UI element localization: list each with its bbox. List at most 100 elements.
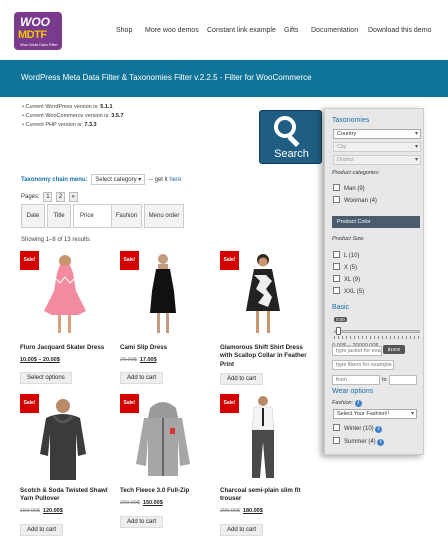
chain-note: -- get it <box>148 177 168 183</box>
slider-max-tooltip: $1000 <box>383 345 405 354</box>
page-link[interactable]: 2 <box>56 192 66 202</box>
libero-search-input[interactable]: type libero for example <box>332 360 394 370</box>
pagination: Pages: 1 2 » <box>21 192 78 202</box>
nav-download-demo[interactable]: Download this demo <box>368 27 431 34</box>
nav-shop[interactable]: Shop <box>116 27 132 34</box>
product-color-section[interactable]: Product Color <box>332 216 420 228</box>
checkbox-label: Man (9) <box>344 186 365 192</box>
select-options-button[interactable]: Select options <box>20 372 72 384</box>
fashion-select[interactable]: Select Your Fashion!! <box>333 409 417 419</box>
category-checkbox-wooman[interactable]: Wooman (4) <box>333 196 377 204</box>
product-name[interactable]: Cami Slip Dress <box>120 344 212 352</box>
product-name[interactable]: Tech Fleece 3.0 Full-Zip <box>120 487 212 495</box>
product-price-value: 120.00$ <box>42 508 63 514</box>
product-price: 10.00$ – 20.00$ <box>20 357 60 363</box>
sale-badge: Sale! <box>220 394 239 413</box>
checkbox[interactable] <box>333 196 340 203</box>
checkbox-label: Winter (10) <box>344 426 374 432</box>
result-count: Showing 1–8 of 13 results <box>21 237 91 243</box>
version-label: Current PHP version is: <box>25 122 85 128</box>
checkbox[interactable] <box>333 287 340 294</box>
from-input[interactable]: from <box>332 375 380 385</box>
add-to-cart-button[interactable]: Add to cart <box>120 516 164 528</box>
size-checkbox-xxl[interactable]: XXL (5) <box>333 287 364 295</box>
sort-date[interactable]: Date <box>21 204 45 228</box>
slider-track[interactable] <box>334 330 420 333</box>
add-to-cart-button[interactable]: Add to cart <box>20 524 64 536</box>
to-label: to <box>382 377 387 383</box>
site-logo[interactable]: WOO MDTF Woo Meta Data Filter <box>14 12 62 50</box>
filter-sidebar: Taxonomies Country City District Product… <box>324 108 424 455</box>
category-select[interactable]: Select category ▾ <box>91 174 146 185</box>
magnifier-icon <box>274 116 296 138</box>
product-old-price: 150.00$ <box>20 508 40 514</box>
size-checkbox-x[interactable]: X (5) <box>333 263 357 271</box>
price-range-slider[interactable]: 0.00 <box>334 317 420 339</box>
version-line: • Current WooCommerce version is: 3.5.7 <box>22 113 124 119</box>
category-checkbox-man[interactable]: Man (9) <box>333 184 365 192</box>
checkbox-label: X (5) <box>344 265 358 271</box>
search-button[interactable]: Search <box>259 110 322 164</box>
version-value: 5.1.1 <box>100 104 113 110</box>
product-price-value: 17.00$ <box>139 357 157 363</box>
size-checkbox-l[interactable]: L (10) <box>333 251 359 259</box>
site-header: WOO MDTF Woo Meta Data Filter Shop More … <box>0 0 448 60</box>
version-value: 7.3.3 <box>84 122 97 128</box>
checkbox[interactable] <box>333 184 340 191</box>
product-name[interactable]: Glamorous Shift Shirt Dress with Scallop… <box>220 344 312 369</box>
add-to-cart-button[interactable]: Add to cart <box>220 524 264 536</box>
wear-checkbox-winter[interactable]: Winter (10) i <box>333 424 383 433</box>
sale-badge: Sale! <box>120 394 139 413</box>
page-next[interactable]: » <box>68 192 78 202</box>
checkbox[interactable] <box>333 437 340 444</box>
country-select[interactable]: Country <box>333 129 421 139</box>
jacket-search-input[interactable]: type jacket for example <box>332 346 382 356</box>
wear-checkbox-summer[interactable]: Summer (4) i <box>333 437 385 446</box>
info-icon[interactable]: i <box>375 426 383 433</box>
checkbox[interactable] <box>333 275 340 282</box>
nav-gifts[interactable]: Gifts <box>284 27 298 34</box>
product-size-label: Product Size: <box>332 236 365 242</box>
taxonomies-title: Taxonomies <box>332 117 370 124</box>
sort-fashion[interactable]: Fashion <box>111 204 142 228</box>
version-label: Current WooCommerce version is: <box>25 113 112 119</box>
search-button-label: Search <box>274 148 309 160</box>
size-checkbox-xl[interactable]: XL (9) <box>333 275 360 283</box>
add-to-cart-button[interactable]: Add to cart <box>120 372 164 384</box>
sort-menu-order[interactable]: Menu order <box>144 204 184 228</box>
slider-handle[interactable] <box>336 327 341 335</box>
checkbox-label: XXL (5) <box>344 289 365 295</box>
checkbox-label: Summer (4) <box>344 439 376 445</box>
checkbox[interactable] <box>333 251 340 258</box>
sort-title[interactable]: Title <box>47 204 71 228</box>
city-select[interactable]: City <box>333 142 421 152</box>
info-icon[interactable]: i <box>354 400 362 407</box>
magnifier-handle <box>287 134 300 148</box>
logo-text-sub: Woo Meta Data Filter <box>20 42 58 47</box>
nav-documentation[interactable]: Documentation <box>311 27 358 34</box>
district-select[interactable]: District <box>333 155 421 165</box>
version-line: • Current WordPress version is: 5.1.1 <box>22 104 113 110</box>
checkbox[interactable] <box>333 263 340 270</box>
basic-title: Basic <box>332 304 350 311</box>
checkbox[interactable] <box>333 424 340 431</box>
info-icon[interactable]: i <box>377 439 385 446</box>
version-label: Current WordPress version is: <box>25 104 101 110</box>
nav-constant-link[interactable]: Constant link example <box>207 27 276 34</box>
to-input[interactable] <box>389 375 417 385</box>
product-price: 200.00$ 150.00$ <box>120 500 163 506</box>
product-name[interactable]: Charcoal semi-plain slim fit trouser <box>220 487 312 504</box>
slider-ticks <box>334 336 420 339</box>
fashion-label-text: Fashion: <box>332 400 354 406</box>
slider-min-label: 0.00 <box>334 317 347 322</box>
chain-link[interactable]: here <box>169 177 181 183</box>
add-to-cart-button[interactable]: Add to cart <box>220 373 264 385</box>
version-value: 3.5.7 <box>111 113 124 119</box>
sale-badge: Sale! <box>20 394 39 413</box>
product-name[interactable]: Fluro Jacquard Skater Dress <box>20 344 112 352</box>
product-name[interactable]: Scotch & Soda Twisted Shawl Yarn Pullove… <box>20 487 112 504</box>
sale-badge: Sale! <box>20 251 39 270</box>
nav-more-woo-demos[interactable]: More woo demos <box>145 27 199 34</box>
page-link[interactable]: 1 <box>43 192 53 202</box>
logo-text-main: MDTF <box>18 29 47 41</box>
